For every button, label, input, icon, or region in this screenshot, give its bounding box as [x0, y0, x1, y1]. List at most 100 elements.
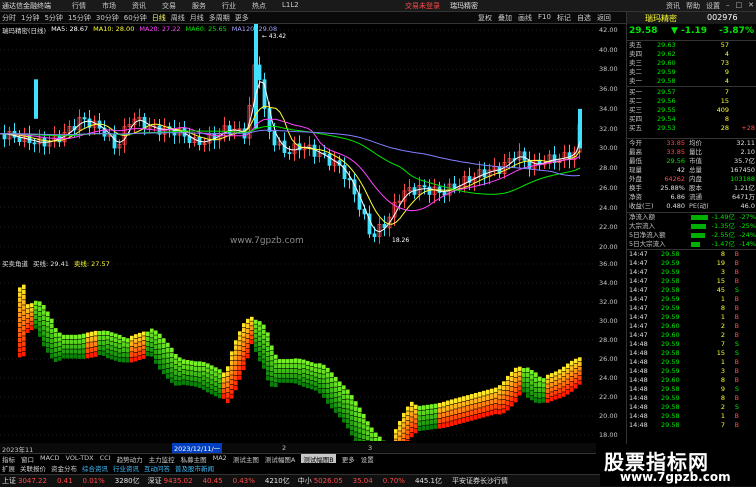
period-item[interactable]: 多周期 — [209, 13, 230, 23]
bid-row[interactable]: 买三 29.55 409 — [627, 106, 756, 115]
period-item[interactable]: 日线 — [152, 13, 166, 23]
channel-block — [506, 396, 510, 401]
ask-row[interactable]: 卖三 29.60 73 — [627, 59, 756, 68]
channel-block — [50, 338, 54, 344]
channel-block — [218, 388, 222, 394]
channel-block — [398, 436, 402, 441]
channel-block — [466, 411, 470, 417]
menu-item-l1l2[interactable]: L1L2 — [282, 1, 299, 11]
kline-main-chart[interactable]: ← 43.4218.26 — [0, 24, 596, 253]
indicator-tab[interactable]: 测试幅图A — [265, 454, 295, 464]
trade-login-status[interactable]: 交易未登录 — [405, 1, 440, 11]
channel-block — [262, 344, 266, 349]
period-item[interactable]: 1分钟 — [21, 13, 39, 23]
channel-block — [486, 395, 490, 401]
channel-block — [54, 342, 58, 348]
channel-block — [70, 334, 74, 340]
period-item[interactable]: 分时 — [2, 13, 16, 23]
chart-tool-button[interactable]: 叠加 — [498, 13, 512, 23]
indicator-tab[interactable]: CCI — [100, 454, 111, 463]
status-item: 中小 5026.05 — [298, 476, 343, 486]
help-button[interactable]: 帮助 — [686, 1, 700, 11]
ask-row[interactable]: 卖一 29.58 4 — [627, 77, 756, 86]
indicator-tab[interactable]: 测试幅图B — [301, 454, 336, 464]
channel-block — [298, 364, 302, 369]
channel-block — [398, 421, 402, 426]
channel-block — [234, 360, 238, 365]
extension-tab[interactable]: 互动问答 — [144, 463, 170, 473]
status-item: 0.41 — [55, 477, 73, 485]
period-item[interactable]: 更多 — [235, 13, 249, 23]
extension-tab[interactable]: 行业资讯 — [113, 463, 139, 473]
bid-row[interactable]: 买一 29.57 7 — [627, 88, 756, 97]
indicator-tab[interactable]: 窗口 — [21, 454, 34, 464]
channel-block — [486, 406, 490, 411]
channel-block — [266, 361, 270, 366]
indicator-tab[interactable]: 趋势动力 — [117, 454, 143, 464]
ask-row[interactable]: 卖二 29.59 9 — [627, 68, 756, 77]
menu-item-quotes[interactable]: 行情 — [72, 1, 86, 11]
channel-block — [358, 423, 362, 428]
channel-block — [286, 368, 290, 374]
period-item[interactable]: 5分钟 — [44, 13, 62, 23]
y-tick-label: 30.00 — [599, 317, 618, 325]
indicator-tab[interactable]: 指标 — [2, 454, 15, 464]
indicator-tab[interactable]: MA2 — [213, 454, 227, 463]
indicator-tab[interactable]: 测试主图 — [233, 454, 259, 464]
channel-block — [194, 376, 198, 382]
minimize-icon[interactable]: – — [726, 1, 730, 11]
menu-item-hotspot[interactable]: 热点 — [252, 1, 266, 11]
close-icon[interactable]: ✕ — [748, 1, 754, 11]
indicator-sub-chart[interactable] — [0, 258, 596, 441]
menu-item-market[interactable]: 市场 — [102, 1, 116, 11]
flow-pct: -14% — [739, 240, 756, 248]
bid-row[interactable]: 买二 29.56 15 — [627, 97, 756, 106]
menu-item-industry[interactable]: 行业 — [222, 1, 236, 11]
period-item[interactable]: 60分钟 — [124, 13, 147, 23]
settings-button[interactable]: 设置 — [706, 1, 720, 11]
chart-tool-button[interactable]: 画线 — [518, 13, 532, 23]
period-item[interactable]: 30分钟 — [96, 13, 119, 23]
indicator-tab[interactable]: 主力监控 — [149, 454, 175, 464]
channel-block — [54, 357, 58, 362]
indicator-tab[interactable]: 私募主图 — [181, 454, 207, 464]
quote-label: 收益(三) — [629, 202, 654, 210]
menu-item-news[interactable]: 资讯 — [132, 1, 146, 11]
maximize-icon[interactable]: □ — [736, 1, 743, 11]
chart-tool-button[interactable]: 自选 — [577, 13, 591, 23]
chart-tool-button[interactable]: F10 — [538, 13, 551, 23]
menu-item-service[interactable]: 服务 — [192, 1, 206, 11]
info-button[interactable]: 资讯 — [666, 1, 680, 11]
extension-tab[interactable]: 关联报价 — [20, 463, 46, 473]
tick-row: 14:47 29.59 1 B — [627, 295, 756, 304]
extension-tab[interactable]: 综合资讯 — [82, 463, 108, 473]
period-item[interactable]: 月线 — [190, 13, 204, 23]
period-item[interactable]: 周线 — [171, 13, 185, 23]
ask-row[interactable]: 卖四 29.62 4 — [627, 50, 756, 59]
channel-block — [94, 336, 98, 341]
channel-block — [246, 333, 250, 339]
indicator-tab[interactable]: 更多 — [342, 454, 355, 464]
chart-tool-button[interactable]: 返回 — [597, 13, 611, 23]
bid-row[interactable]: 买四 29.54 8 — [627, 115, 756, 124]
indicator-tab[interactable]: VOL-TDX — [65, 454, 93, 463]
bid-row[interactable]: 买五 29.53 28 +28 — [627, 124, 756, 133]
tick-row: 14:48 29.60 8 B — [627, 376, 756, 385]
sub-chart-legend: 买卖角道 买线: 29.41 卖线: 27.57 — [2, 258, 110, 268]
period-item[interactable]: 15分钟 — [68, 13, 91, 23]
flow-label: 5日大宗流入 — [629, 240, 666, 248]
candle-body — [327, 153, 332, 166]
ask-row[interactable]: 卖五 29.63 57 — [627, 41, 756, 50]
extension-tab[interactable]: 扩展 — [2, 463, 15, 473]
indicator-tab[interactable]: MACD — [40, 454, 59, 463]
channel-block — [82, 349, 86, 354]
extension-tab[interactable]: 普及股市新闻 — [175, 463, 214, 473]
indicator-tab[interactable]: 设置 — [361, 454, 374, 464]
channel-block — [310, 380, 314, 385]
chart-tool-button[interactable]: 标记 — [557, 13, 571, 23]
chart-tool-button[interactable]: 复权 — [478, 13, 492, 23]
channel-block — [350, 410, 354, 415]
channel-block — [522, 383, 526, 388]
extension-tab[interactable]: 资金分布 — [51, 463, 77, 473]
menu-item-trade[interactable]: 交易 — [162, 1, 176, 11]
